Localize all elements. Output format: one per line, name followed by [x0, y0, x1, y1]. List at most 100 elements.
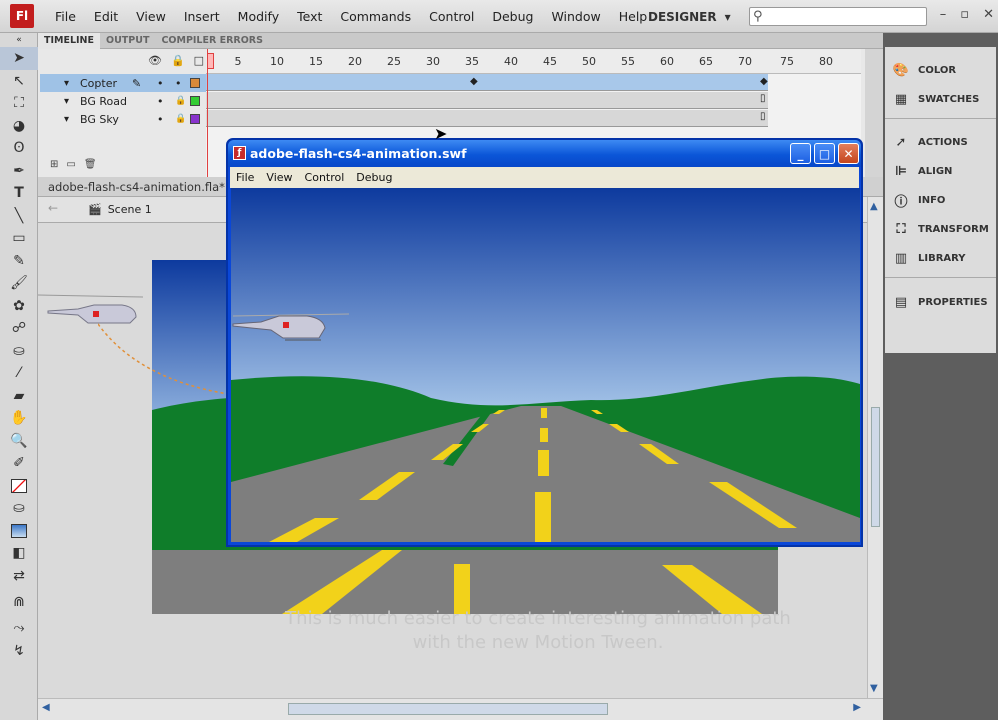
snap-to-objects-icon[interactable]: ⋒	[0, 587, 38, 617]
scroll-thumb[interactable]	[871, 407, 880, 527]
zoom-tool-icon[interactable]: 🔍	[0, 430, 38, 453]
frame-span-bg-sky[interactable]: ▯	[206, 110, 768, 127]
black-white-icon[interactable]: ◧	[0, 542, 38, 565]
fill-color-icon[interactable]: ⛀	[0, 497, 38, 520]
stage-vertical-scrollbar[interactable]: ▲ ▼	[867, 197, 883, 698]
playhead[interactable]	[207, 49, 214, 177]
layer-color-swatch[interactable]	[190, 96, 200, 106]
timeline-scrollbar[interactable]	[865, 49, 883, 177]
text-tool-icon[interactable]: T	[0, 182, 38, 205]
brush-tool-icon[interactable]: 🖌	[0, 272, 38, 295]
menu-file[interactable]: File	[46, 0, 85, 33]
swf-menu-view[interactable]: View	[260, 171, 298, 184]
fill-swatch-icon[interactable]	[0, 520, 38, 543]
menu-control[interactable]: Control	[420, 0, 483, 33]
layer-row-copter[interactable]: ▾ Copter ✎ • •	[40, 74, 206, 92]
menu-insert[interactable]: Insert	[175, 0, 229, 33]
motion-path[interactable]	[98, 319, 238, 399]
maximize-button[interactable]: □	[814, 143, 835, 164]
frame-span-bg-road[interactable]: ▯	[206, 92, 768, 109]
tab-compiler-errors[interactable]: COMPILER ERRORS	[155, 33, 269, 49]
ruler-label: 70	[738, 55, 752, 68]
delete-layer-icon[interactable]: 🗑	[84, 159, 97, 170]
scroll-thumb[interactable]	[288, 703, 608, 715]
layer-color-swatch[interactable]	[190, 78, 200, 88]
3d-rotation-tool-icon[interactable]: ◕	[0, 115, 38, 138]
free-transform-tool-icon[interactable]: ⛶	[0, 92, 38, 115]
line-tool-icon[interactable]: ╲	[0, 205, 38, 228]
tab-timeline[interactable]: TIMELINE	[38, 32, 100, 49]
stage-horizontal-scrollbar[interactable]: ◀ ▶	[38, 698, 883, 720]
layer-row-bg-road[interactable]: ▾ BG Road • 🔒	[40, 92, 206, 110]
panel-align[interactable]: ⊫ ALIGN	[892, 160, 952, 182]
pencil-tool-icon[interactable]: ✎	[0, 250, 38, 273]
playhead-handle[interactable]	[207, 53, 214, 69]
panel-label: ALIGN	[918, 165, 953, 177]
outline-icon[interactable]: □	[194, 54, 204, 67]
close-icon[interactable]: ✕	[983, 7, 994, 22]
swf-menu-control[interactable]: Control	[299, 171, 351, 184]
layer-row-bg-sky[interactable]: ▾ BG Sky • 🔒	[40, 110, 206, 128]
swap-colors-icon[interactable]: ⇄	[0, 565, 38, 588]
restore-icon[interactable]: ▫	[960, 7, 969, 22]
swf-menu-file[interactable]: File	[230, 171, 260, 184]
panel-transform[interactable]: ⛶ TRANSFORM	[892, 218, 988, 240]
panel-swatches[interactable]: ▦ SWATCHES	[892, 88, 979, 110]
scroll-right-icon[interactable]: ▶	[853, 702, 861, 713]
eraser-tool-icon[interactable]: ▰	[0, 385, 38, 408]
menu-edit[interactable]: Edit	[85, 0, 127, 33]
lock-icon[interactable]: 🔒	[171, 54, 185, 67]
help-search-input[interactable]: ⚲	[749, 7, 927, 26]
menu-debug[interactable]: Debug	[483, 0, 542, 33]
scene-breadcrumb[interactable]: 🎬 Scene 1	[88, 203, 152, 216]
divider	[885, 118, 996, 119]
pen-tool-icon[interactable]: ✒	[0, 160, 38, 183]
swf-menu-debug[interactable]: Debug	[350, 171, 398, 184]
back-arrow-icon[interactable]: ←	[48, 201, 58, 215]
frame-span-copter[interactable]: ◆ ◆	[206, 74, 768, 91]
eye-icon[interactable]: 👁	[148, 54, 162, 67]
rectangle-tool-icon[interactable]: ▭	[0, 227, 38, 250]
swf-window-title: adobe-flash-cs4-animation.swf	[250, 146, 467, 161]
panel-library[interactable]: ▥ LIBRARY	[892, 247, 966, 269]
scroll-down-icon[interactable]: ▼	[870, 683, 878, 694]
scroll-left-icon[interactable]: ◀	[42, 702, 50, 713]
properties-icon: ▤	[894, 294, 908, 310]
close-button[interactable]: ✕	[838, 143, 859, 164]
paint-bucket-tool-icon[interactable]: ⛀	[0, 340, 38, 363]
tab-output[interactable]: OUTPUT	[100, 33, 155, 49]
subselection-tool-icon[interactable]: ↖	[0, 70, 38, 93]
scene-label: Scene 1	[107, 203, 152, 216]
scroll-up-icon[interactable]: ▲	[870, 201, 878, 212]
menu-commands[interactable]: Commands	[331, 0, 420, 33]
smooth-icon[interactable]: ⤳	[0, 617, 38, 640]
minimize-icon[interactable]: –	[940, 7, 947, 22]
new-layer-icon[interactable]: ⊞	[50, 159, 58, 170]
lasso-tool-icon[interactable]: ʘ	[0, 137, 38, 160]
panel-color[interactable]: 🎨 COLOR	[892, 59, 956, 81]
layer-icon: ▾	[64, 113, 70, 125]
collapse-icon[interactable]: «	[0, 33, 38, 47]
menu-modify[interactable]: Modify	[229, 0, 288, 33]
minimize-button[interactable]: _	[790, 143, 811, 164]
stroke-color-icon[interactable]: ✐	[0, 452, 38, 475]
panel-info[interactable]: ⓘ INFO	[892, 189, 945, 211]
panel-properties[interactable]: ▤ PROPERTIES	[892, 291, 988, 313]
swf-movie-view[interactable]	[231, 188, 860, 542]
swf-title-bar[interactable]: ƒ adobe-flash-cs4-animation.swf _ □ ✕	[228, 140, 861, 167]
new-folder-icon[interactable]: ▭	[66, 159, 75, 170]
menu-text[interactable]: Text	[288, 0, 331, 33]
panel-actions[interactable]: ➚ ACTIONS	[892, 131, 968, 153]
menu-view[interactable]: View	[127, 0, 175, 33]
eyedropper-tool-icon[interactable]: ⁄	[0, 362, 38, 385]
menu-window[interactable]: Window	[542, 0, 609, 33]
workspace-switcher[interactable]: DESIGNER ▾	[648, 6, 731, 28]
straighten-icon[interactable]: ↯	[0, 640, 38, 663]
layer-color-swatch[interactable]	[190, 114, 200, 124]
bone-tool-icon[interactable]: ☍	[0, 317, 38, 340]
mouse-cursor-icon: ➤	[434, 124, 448, 143]
hand-tool-icon[interactable]: ✋	[0, 407, 38, 430]
selection-tool-icon[interactable]: ➤	[0, 47, 38, 70]
deco-tool-icon[interactable]: ✿	[0, 295, 38, 318]
fill-color-none-icon[interactable]	[0, 475, 38, 498]
